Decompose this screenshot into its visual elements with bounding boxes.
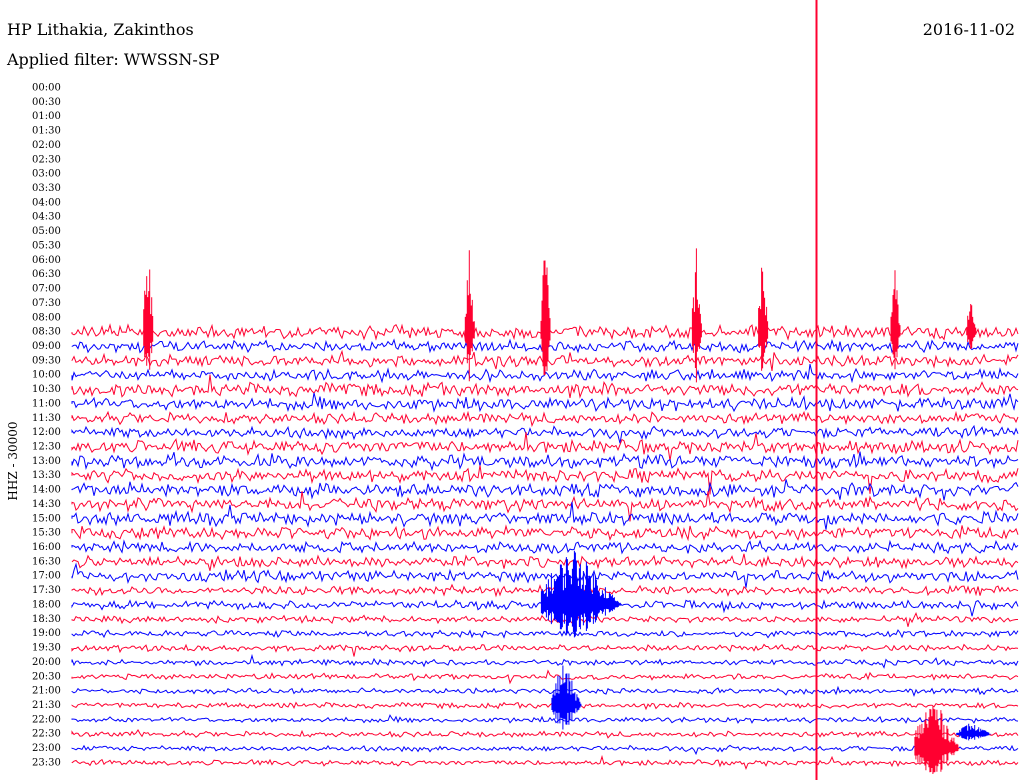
row-tick-label: 12:30 (32, 442, 61, 453)
row-tick-label: 06:00 (32, 255, 61, 266)
row-tick-label: 15:30 (32, 528, 61, 539)
row-tick-label: 23:30 (32, 757, 61, 768)
row-tick-label: 01:00 (32, 111, 61, 122)
trace-1830 (71, 611, 1018, 627)
row-tick-label: 03:00 (32, 169, 61, 180)
row-tick-label: 04:30 (32, 212, 61, 223)
helicorder-plot: 00:00 00:30 01:00 01:30 02:00 02:30 03:00 03:30… (32, 0, 1019, 780)
trace-2230 (71, 729, 1019, 739)
row-tick-label: 08:00 (32, 312, 61, 323)
row-tick-label: 10:00 (32, 370, 61, 381)
row-tick-label: 03:30 (32, 183, 61, 194)
trace-1500 (71, 501, 1019, 530)
row-tick-label: 17:00 (32, 571, 61, 582)
row-tick-label: 08:30 (32, 327, 61, 338)
row-tick-label: 19:00 (32, 628, 61, 639)
row-tick-label: 09:30 (32, 355, 61, 366)
row-tick-label: 22:00 (32, 714, 61, 725)
row-tick-label: 21:00 (32, 686, 61, 697)
row-tick-label: 00:30 (32, 97, 61, 108)
row-tick-label: 18:30 (32, 614, 61, 625)
trace-2300 (71, 744, 1019, 756)
row-tick-label: 12:00 (32, 427, 61, 438)
row-tick-label: 10:30 (32, 384, 61, 395)
row-tick-label: 07:00 (32, 284, 61, 295)
trace-1900 (71, 629, 1019, 639)
row-tick-label: 07:30 (32, 298, 61, 309)
row-tick-label: 05:30 (32, 240, 61, 251)
trace-2000 (71, 653, 1019, 669)
row-tick-label: 00:00 (32, 83, 61, 94)
row-tick-label: 02:30 (32, 154, 61, 165)
trace-1930 (71, 643, 1019, 657)
row-tick-label: 14:30 (32, 499, 61, 510)
row-tick-label: 17:30 (32, 585, 61, 596)
trace-1300 (71, 451, 1019, 472)
event-burst (956, 723, 992, 741)
trace-2030 (71, 669, 1019, 685)
trace-1530 (71, 524, 1019, 542)
row-tick-label: 13:30 (32, 470, 61, 481)
row-tick-label: 05:00 (32, 226, 61, 237)
row-tick-label: 06:30 (32, 269, 61, 280)
trace-1130 (71, 410, 1019, 428)
trace-1600 (71, 539, 1019, 555)
trace-1630 (71, 553, 1019, 571)
trace-1230 (71, 431, 1019, 461)
event-burst (540, 260, 551, 376)
row-tick-label: 11:00 (32, 398, 61, 409)
trace-1400 (71, 479, 1019, 501)
event-burst (143, 269, 154, 370)
event-burst (758, 267, 769, 371)
event-burst (914, 706, 960, 774)
trace-2200 (71, 714, 1019, 724)
trace-1430 (71, 491, 1019, 522)
row-tick-label: 02:00 (32, 140, 61, 151)
row-tick-label: 19:30 (32, 643, 61, 654)
row-tick-label: 22:30 (32, 729, 61, 740)
event-burst (890, 270, 901, 370)
row-tick-label: 23:00 (32, 743, 61, 754)
trace-2330 (71, 754, 1019, 771)
trace-1100 (71, 392, 1019, 413)
trace-2100 (71, 685, 1019, 697)
row-tick-label: 04:00 (32, 197, 61, 208)
row-tick-label: 16:00 (32, 542, 61, 553)
row-tick-label: 01:30 (32, 126, 61, 137)
row-tick-label: 20:30 (32, 671, 61, 682)
row-tick-label: 14:00 (32, 485, 61, 496)
trace-1200 (71, 424, 1019, 444)
row-tick-label: 13:00 (32, 456, 61, 467)
row-tick-label: 20:00 (32, 657, 61, 668)
trace-1030 (71, 374, 1019, 399)
row-tick-label: 18:00 (32, 599, 61, 610)
row-tick-label: 16:30 (32, 556, 61, 567)
trace-2130 (71, 701, 1019, 711)
row-tick-label: 15:00 (32, 513, 61, 524)
row-tick-label: 21:30 (32, 700, 61, 711)
row-tick-label: 09:00 (32, 341, 61, 352)
row-tick-label: 11:30 (32, 413, 61, 424)
